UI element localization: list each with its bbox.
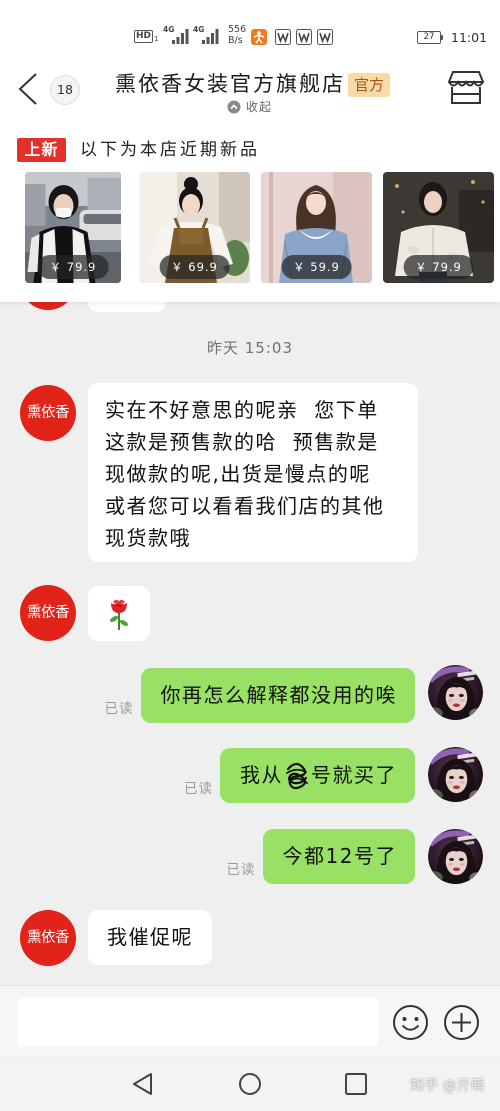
chevron-up-circle-icon: [227, 100, 241, 114]
battery-level: 27: [417, 31, 441, 44]
battery-nub: [441, 35, 443, 40]
signal-icon: 4G: [193, 26, 220, 46]
partial-shop-avatar: [20, 302, 76, 310]
incoming-message-bubble[interactable]: 我催促呢: [88, 910, 212, 965]
product-price: ￥ 59.9: [281, 255, 352, 279]
incoming-message-bubble[interactable]: 实在不好意思的呢亲 您下单这款是预售款的哈 预售款是现做款的呢,出货是慢点的呢或…: [88, 383, 418, 562]
read-status: 已读: [104, 701, 134, 717]
message-text-after: 号就买了: [311, 763, 397, 787]
top-panel: HD 1 4G 4G 556 B/s 27 11:01 18 熏依香女装官方旗舰…: [0, 0, 500, 302]
message-text: 今都12号了: [282, 844, 397, 868]
emoji-button[interactable]: [392, 1004, 429, 1041]
smiley-icon: [393, 1005, 428, 1040]
shop-avatar[interactable]: 熏依香: [20, 585, 76, 641]
signal-icon: 4G: [163, 26, 190, 46]
outgoing-message-bubble[interactable]: 我从 号就买了: [220, 748, 415, 803]
hd-icon: HD 1: [134, 30, 158, 43]
w-app-icon: [317, 29, 333, 45]
outgoing-message-bubble[interactable]: 今都12号了: [262, 829, 415, 884]
nav-home-button[interactable]: [238, 1072, 262, 1096]
redaction-scribble: [286, 762, 308, 789]
hd-label: HD: [134, 30, 154, 43]
collapse-toggle[interactable]: 收起: [227, 99, 272, 115]
nav-back-button[interactable]: [131, 1072, 155, 1096]
user-avatar[interactable]: [428, 665, 483, 720]
network-speed-unit: B/s: [228, 35, 243, 46]
product-price: ￥ 79.9: [403, 255, 474, 279]
battery-icon: 27: [417, 31, 444, 44]
partial-message-bubble: [88, 302, 166, 312]
status-time: 11:01: [451, 30, 488, 45]
triangle-back-icon: [133, 1073, 152, 1095]
watermark: 知乎 @亓萌: [410, 1078, 485, 1094]
plus-circle-icon: [444, 1005, 479, 1040]
chat-timestamp: 昨天 15:03: [207, 339, 293, 357]
input-bar: [0, 985, 500, 1057]
shop-title: 熏依香女装官方旗舰店: [115, 72, 345, 96]
product-price: ￥ 69.9: [159, 255, 230, 279]
rose-icon: [109, 599, 129, 630]
store-icon: [448, 71, 484, 104]
message-text-before: 我从: [240, 763, 283, 787]
shop-avatar[interactable]: 熏依香: [20, 385, 76, 441]
network-speed-value: 556: [228, 24, 247, 35]
product-card[interactable]: ￥ 79.9: [25, 172, 121, 283]
network-speed: 556 B/s: [228, 24, 246, 46]
nav-recents-button[interactable]: [344, 1072, 368, 1096]
product-price: ￥ 79.9: [37, 255, 109, 279]
chat-area[interactable]: 昨天 15:03 熏依香 实在不好意思的呢亲 您下单这款是预售款的哈 预售款是现…: [0, 302, 500, 985]
chat-screen: HD 1 4G 4G 556 B/s 27 11:01 18 熏依香女装官方旗舰…: [0, 0, 500, 1111]
outgoing-message-row: 已读 你再怎么解释都没用的唉: [104, 668, 415, 723]
new-arrivals-tag: 上新: [17, 138, 66, 162]
product-card[interactable]: ￥ 59.9: [261, 172, 372, 283]
back-button[interactable]: [14, 71, 42, 107]
message-text: 你再怎么解释都没用的唉: [160, 683, 397, 707]
unread-count-badge[interactable]: 18: [50, 75, 80, 105]
outgoing-message-row: 已读 我从 号就买了: [184, 748, 415, 803]
app-notification-icon: [251, 29, 267, 45]
collapse-label: 收起: [246, 100, 273, 114]
back-chevron-icon: [18, 73, 37, 105]
w-app-icon: [275, 29, 291, 45]
read-status: 已读: [184, 781, 213, 797]
user-avatar[interactable]: [428, 829, 483, 884]
message-input[interactable]: [18, 998, 378, 1046]
outgoing-message-row: 已读 今都12号了: [227, 829, 415, 884]
product-card[interactable]: ￥ 79.9: [383, 172, 494, 283]
more-actions-button[interactable]: [443, 1004, 480, 1041]
w-app-icon: [296, 29, 312, 45]
hd-sub-label: 1: [154, 35, 159, 43]
user-avatar[interactable]: [428, 747, 483, 802]
status-bar: HD 1 4G 4G 556 B/s 27 11:01: [0, 0, 500, 62]
shop-avatar[interactable]: 熏依香: [20, 910, 76, 966]
square-recents-icon: [345, 1073, 367, 1095]
official-tag: 官方: [348, 73, 390, 97]
circle-home-icon: [239, 1073, 261, 1095]
store-button[interactable]: [447, 69, 485, 105]
read-status: 已读: [226, 862, 256, 878]
incoming-emoji-bubble[interactable]: [88, 586, 150, 641]
new-arrivals-description: 以下为本店近期新品: [80, 140, 260, 160]
product-card[interactable]: ￥ 69.9: [139, 172, 250, 283]
outgoing-message-bubble[interactable]: 你再怎么解释都没用的唉: [140, 668, 415, 723]
